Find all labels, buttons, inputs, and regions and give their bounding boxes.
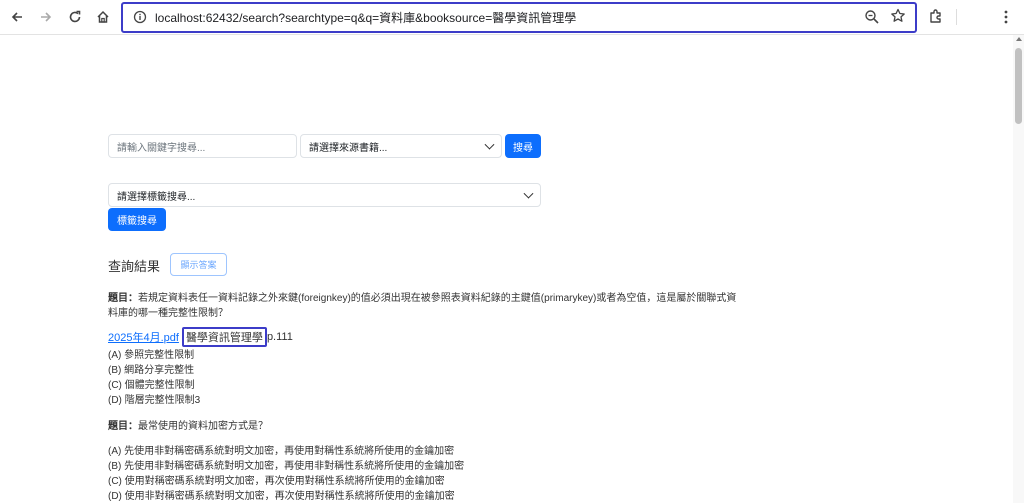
source-book-select-value: 請選擇來源書籍...: [309, 142, 388, 154]
option-b: (B) 先使用非對稱密碼系統對明文加密，再使用非對稱性系統將所使用的金鑰加密: [108, 461, 465, 472]
zoom-icon[interactable]: [863, 8, 881, 26]
keyword-search-placeholder: 請輸入關鍵字搜尋...: [117, 142, 206, 154]
tag-select[interactable]: 請選擇標籤搜尋...: [108, 183, 541, 207]
option-b: (B) 網路分享完整性: [108, 365, 195, 376]
tag-search-button[interactable]: 標籤搜尋: [108, 208, 166, 231]
chevron-down-icon: [484, 139, 495, 150]
show-answer-button[interactable]: 顯示答案: [170, 253, 227, 276]
option-d: (D) 階層完整性限制3: [108, 395, 201, 406]
question-label: 題目：: [108, 293, 138, 304]
option-a: (A) 參照完整性限制: [108, 350, 195, 361]
question-1-source: 2025年4月.pdf 醫學資訊管理學 p.111: [108, 327, 293, 347]
question-text: 若規定資料表任一資料記錄之外來鍵(foreignkey)的值必須出現在被參照表資…: [138, 293, 737, 304]
forward-icon[interactable]: [35, 6, 57, 28]
question-label: 題目：: [108, 421, 138, 432]
address-bar[interactable]: localhost:62432/search?searchtype=q&q=資料…: [121, 2, 917, 33]
search-button[interactable]: 搜尋: [505, 134, 541, 158]
source-pdf-link[interactable]: 2025年4月.pdf: [108, 329, 179, 345]
tag-select-value: 請選擇標籤搜尋...: [117, 191, 196, 203]
option-d: (D) 使用非對稱密碼系統對明文加密，再次使用對稱性系統將所使用的金鑰加密: [108, 491, 455, 502]
source-book-badge: 醫學資訊管理學: [181, 327, 267, 347]
option-c: (C) 個體完整性限制: [108, 380, 195, 391]
scrollbar-thumb[interactable]: [1015, 48, 1022, 124]
menu-icon[interactable]: [998, 8, 1014, 26]
back-icon[interactable]: [6, 6, 28, 28]
option-a: (A) 先使用非對稱密碼系統對明文加密，再使用對稱性系統將所使用的金鑰加密: [108, 446, 455, 457]
home-icon[interactable]: [92, 6, 114, 28]
reload-icon[interactable]: [64, 6, 86, 28]
scroll-up-icon[interactable]: [1016, 37, 1022, 41]
site-info-icon[interactable]: [133, 9, 147, 24]
url-text[interactable]: localhost:62432/search?searchtype=q&q=資料…: [155, 9, 576, 26]
extensions-icon[interactable]: [926, 7, 946, 27]
bookmark-star-icon[interactable]: [889, 7, 907, 25]
source-book-select[interactable]: 請選擇來源書籍...: [300, 134, 502, 158]
question-text: 最常使用的資料加密方式是？: [138, 421, 268, 432]
chevron-down-icon: [523, 188, 534, 199]
source-page: p.111: [266, 331, 293, 343]
keyword-search-input[interactable]: 請輸入關鍵字搜尋...: [108, 134, 297, 158]
browser-toolbar: localhost:62432/search?searchtype=q&q=資料…: [0, 0, 1024, 35]
option-c: (C) 使用對稱密碼系統對明文加密，再次使用對稱性系統將所使用的金鑰加密: [108, 476, 445, 487]
question-1-line1: 題目：若規定資料表任一資料記錄之外來鍵(foreignkey)的值必須出現在被參…: [108, 289, 736, 304]
results-title: 查詢結果: [108, 260, 161, 275]
question-1-line2: 料庫的哪一種完整性限制？: [108, 308, 228, 319]
question-2-line1: 題目：最常使用的資料加密方式是？: [108, 417, 268, 432]
toolbar-divider: [956, 9, 957, 25]
